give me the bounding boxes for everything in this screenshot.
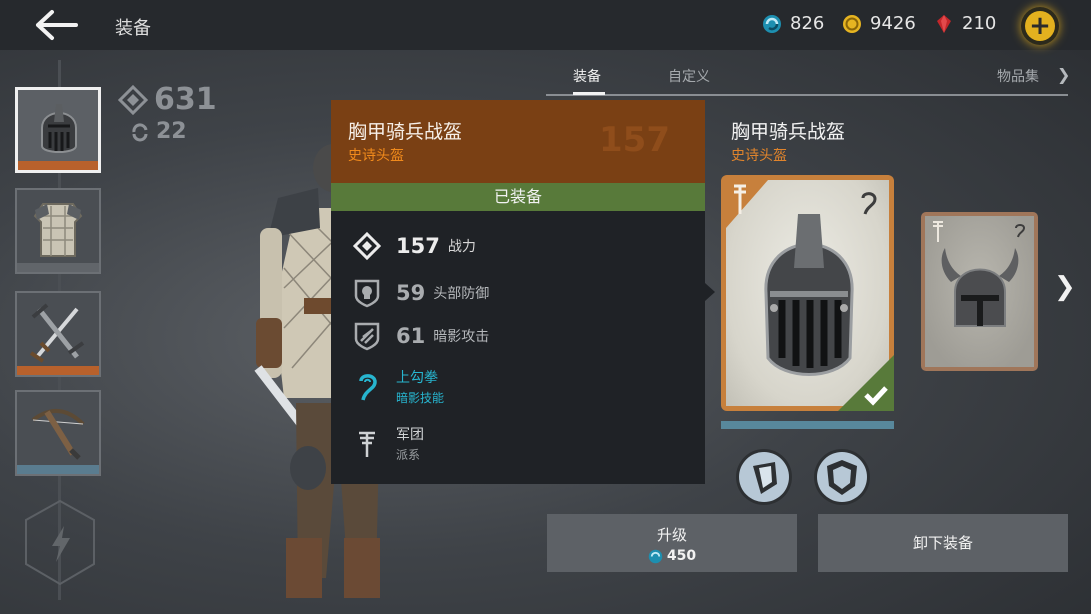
equipped-check-icon bbox=[838, 355, 894, 411]
refresh-icon bbox=[132, 122, 148, 141]
slot-ranged[interactable] bbox=[15, 390, 101, 476]
upgrade-label: 升级 bbox=[656, 526, 687, 544]
head-defense-icon bbox=[354, 279, 380, 308]
popup-item-rarity: 史诗头盔 bbox=[348, 148, 404, 164]
slot-rarity-bar bbox=[17, 465, 99, 474]
stat-head-defense-value: 59 bbox=[396, 281, 426, 305]
plus-icon: + bbox=[1025, 11, 1055, 41]
swords-icon bbox=[29, 303, 85, 363]
armor-perk-button[interactable] bbox=[813, 448, 871, 506]
popup-pointer bbox=[705, 283, 715, 301]
tab-active-indicator bbox=[573, 92, 605, 95]
gem-icon bbox=[648, 549, 663, 563]
ruby-icon bbox=[937, 14, 951, 33]
arrow-left-icon bbox=[36, 10, 78, 40]
top-bar: 装备 826 9426 210 + bbox=[0, 0, 1091, 50]
shadow-skill: 上勾拳 暗影技能 bbox=[353, 367, 444, 406]
slot-armor[interactable] bbox=[15, 188, 101, 274]
item-card-art bbox=[726, 180, 894, 411]
selected-item-card[interactable] bbox=[721, 175, 894, 411]
tab-item-sets[interactable]: 物品集 bbox=[997, 66, 1039, 86]
slot-rarity-bar bbox=[18, 161, 98, 170]
back-button[interactable] bbox=[34, 8, 80, 42]
shield-bash-perk-button[interactable] bbox=[735, 448, 793, 506]
ruby-amount: 210 bbox=[962, 13, 997, 34]
skill-name: 上勾拳 bbox=[396, 370, 438, 386]
stat-power-value: 157 bbox=[396, 234, 440, 258]
stat-shadow-attack-label: 暗影攻击 bbox=[433, 329, 490, 345]
upgrade-cost-value: 450 bbox=[666, 548, 697, 564]
slot-special-locked[interactable] bbox=[22, 498, 98, 588]
legion-icon bbox=[359, 431, 375, 457]
item-rarity: 史诗头盔 bbox=[731, 148, 787, 164]
ruby-currency: 210 bbox=[934, 13, 996, 34]
horned-helmet-icon bbox=[941, 248, 1019, 327]
stat-shadow-attack: 61 暗影攻击 bbox=[353, 321, 489, 351]
faction-name: 军团 bbox=[396, 427, 424, 443]
slot-rarity-bar bbox=[17, 263, 99, 272]
stat-shadow-attack-value: 61 bbox=[396, 324, 426, 348]
armor-icon bbox=[33, 203, 83, 257]
chevron-right-icon[interactable]: ❯ bbox=[1057, 65, 1070, 84]
faction-text: 军团 派系 bbox=[396, 424, 424, 463]
popup-item-name: 胸甲骑兵战盔 bbox=[348, 121, 463, 143]
loadout-summary: 631 22 bbox=[118, 82, 217, 144]
gem-currency: 826 bbox=[762, 13, 824, 34]
item-upgrade-bar bbox=[721, 421, 894, 429]
item-card-art bbox=[925, 216, 1034, 367]
coin-icon bbox=[843, 14, 861, 33]
lightning-icon bbox=[52, 526, 70, 562]
stat-head-defense: 59 头部防御 bbox=[353, 278, 489, 308]
faction: 军团 派系 bbox=[353, 424, 424, 463]
slot-helmet[interactable] bbox=[15, 87, 101, 173]
total-upgrades: 22 bbox=[130, 119, 217, 144]
stat-power: 157 战力 bbox=[353, 231, 476, 261]
power-icon bbox=[353, 231, 381, 261]
gem-icon bbox=[763, 14, 781, 33]
total-power: 631 bbox=[118, 82, 217, 117]
total-upgrades-value: 22 bbox=[156, 119, 187, 144]
faction-type: 派系 bbox=[396, 448, 421, 462]
add-currency-button[interactable]: + bbox=[1021, 7, 1059, 45]
screen-title: 装备 bbox=[115, 18, 151, 39]
popup-header: 157 胸甲骑兵战盔 史诗头盔 bbox=[331, 100, 705, 183]
crossbow-icon bbox=[31, 409, 85, 460]
slot-rarity-bar bbox=[17, 366, 99, 375]
skill-icon bbox=[1015, 224, 1026, 238]
item-name: 胸甲骑兵战盔 bbox=[731, 121, 846, 143]
unequip-button[interactable]: 卸下装备 bbox=[818, 514, 1068, 572]
tab-bar: 装备 自定义 物品集 bbox=[546, 62, 1068, 96]
item-details-popup: 157 胸甲骑兵战盔 史诗头盔 已装备 157 战力 59 头部防御 61 暗影… bbox=[331, 100, 715, 484]
upgrade-cost: 450 bbox=[547, 548, 797, 564]
tab-customize[interactable]: 自定义 bbox=[668, 66, 710, 86]
shadow-skill-text: 上勾拳 暗影技能 bbox=[396, 367, 444, 406]
uppercut-icon bbox=[359, 373, 377, 401]
total-power-value: 631 bbox=[154, 82, 217, 117]
tab-equipment[interactable]: 装备 bbox=[573, 66, 601, 86]
popup-power-ghost: 157 bbox=[599, 120, 670, 160]
shadow-attack-icon bbox=[354, 322, 380, 351]
stat-head-defense-label: 头部防御 bbox=[433, 286, 490, 302]
chevron-right-icon[interactable]: ❯ bbox=[1054, 272, 1076, 302]
coin-currency: 9426 bbox=[842, 13, 916, 34]
upgrade-button[interactable]: 升级 450 bbox=[547, 514, 797, 572]
stat-power-label: 战力 bbox=[447, 239, 476, 255]
slot-weapons[interactable] bbox=[15, 291, 101, 377]
skill-type: 暗影技能 bbox=[396, 391, 445, 405]
helmet-icon bbox=[41, 104, 77, 153]
next-item-card[interactable] bbox=[921, 212, 1038, 371]
power-icon bbox=[118, 84, 148, 115]
equipped-banner: 已装备 bbox=[331, 183, 705, 211]
gem-amount: 826 bbox=[790, 13, 825, 34]
coin-amount: 9426 bbox=[870, 13, 916, 34]
